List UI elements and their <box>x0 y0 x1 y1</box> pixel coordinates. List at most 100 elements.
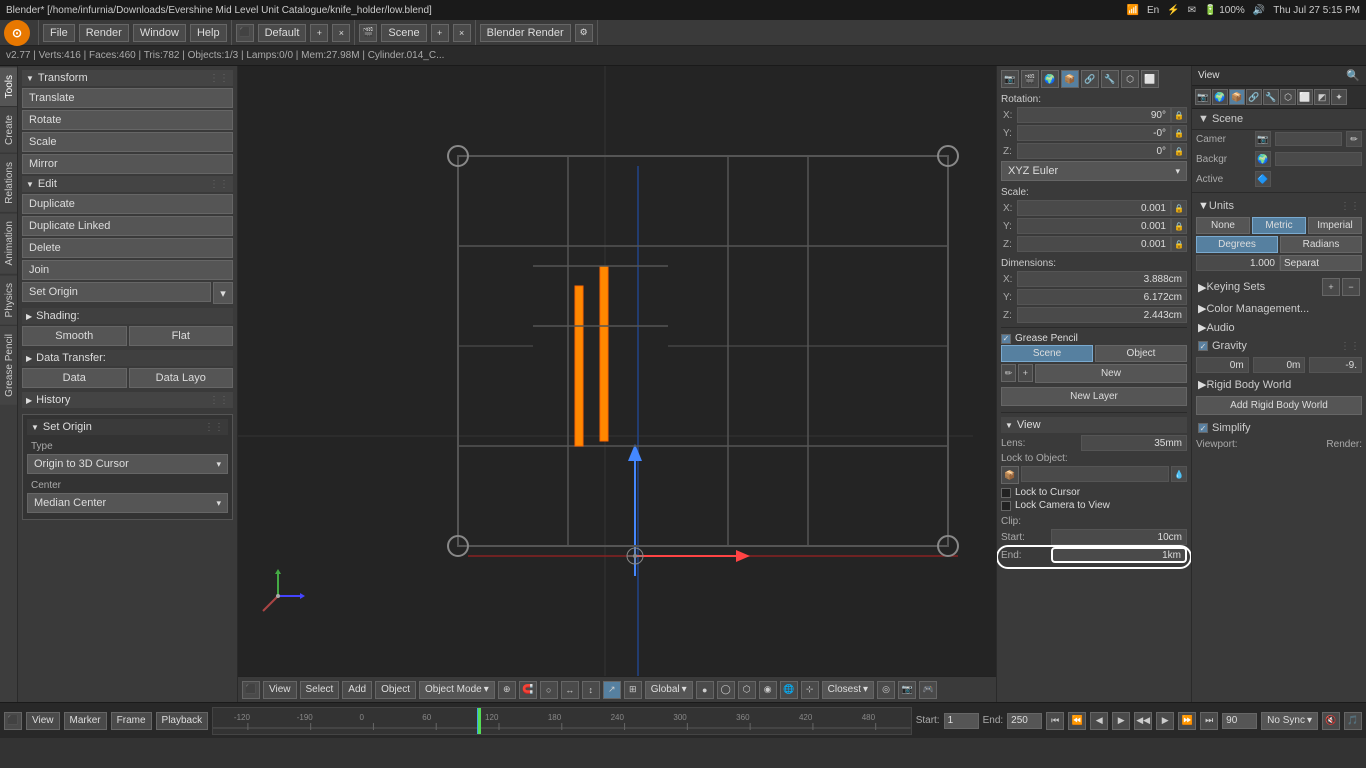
dim-x-value[interactable]: 3.888cm <box>1017 271 1187 287</box>
camera-pencil[interactable]: ✏ <box>1346 131 1362 147</box>
center-dropdown[interactable]: Median Center ▾ <box>27 493 228 513</box>
data-layout-btn[interactable]: Data Layo <box>129 368 234 388</box>
history-section-header[interactable]: ▶ History ⋮⋮ <box>22 392 233 408</box>
simplify-header[interactable]: ✓ Simplify <box>1192 419 1366 437</box>
blender-logo[interactable]: ⊙ <box>4 20 30 46</box>
set-origin-dropdown[interactable]: ▾ <box>213 282 233 304</box>
opengl-render[interactable]: 📷 <box>898 681 916 699</box>
tab-grease-pencil[interactable]: Grease Pencil <box>0 325 17 405</box>
background-icon-btn[interactable]: 🌍 <box>1255 151 1271 167</box>
render-mode-texture[interactable]: ⬡ <box>738 681 756 699</box>
new-layer-btn[interactable]: New Layer <box>1001 387 1187 406</box>
transform-icons2[interactable]: ↕ <box>582 681 600 699</box>
units-scale-value[interactable]: 1.000 <box>1196 255 1280 271</box>
scale-z-value[interactable]: 0.001 <box>1017 236 1171 252</box>
scale-y-value[interactable]: 0.001 <box>1017 218 1171 234</box>
sync-selector[interactable]: No Sync ▾ <box>1261 712 1318 730</box>
start-frame-input[interactable]: 1 <box>944 713 979 729</box>
keying-remove[interactable]: − <box>1342 278 1360 296</box>
modifiers-tab[interactable]: 🔧 <box>1263 89 1279 105</box>
separate-field[interactable]: Separat <box>1280 255 1362 271</box>
type-dropdown[interactable]: Origin to 3D Cursor ▾ <box>27 454 228 474</box>
gravity-header[interactable]: ✓ Gravity ⋮⋮ <box>1192 337 1366 355</box>
gravity-checkbox[interactable]: ✓ <box>1198 341 1208 351</box>
mode-selector[interactable]: Object Mode ▾ <box>419 681 495 699</box>
tab-relations[interactable]: Relations <box>0 153 17 212</box>
material-tab[interactable]: ⬜ <box>1297 89 1313 105</box>
data-icon[interactable]: ⬡ <box>1121 70 1139 88</box>
simplify-checkbox[interactable]: ✓ <box>1198 423 1208 433</box>
tab-create[interactable]: Create <box>0 106 17 153</box>
add-menu-btn[interactable]: Add <box>342 681 372 699</box>
timeline-playback-btn[interactable]: Playback <box>156 712 209 730</box>
gravity-val2[interactable]: 0m <box>1253 357 1306 373</box>
pivot-icon[interactable]: ⊕ <box>498 681 516 699</box>
jump-end-btn[interactable]: ⏭ <box>1200 712 1218 730</box>
snap-toggle[interactable]: 🧲 <box>519 681 537 699</box>
clip-end-value[interactable]: 1km <box>1051 547 1187 563</box>
viewport[interactable]: Front Ortho 10 Centimeters <box>238 66 996 702</box>
audio-mute-btn[interactable]: 🔇 <box>1322 712 1340 730</box>
transform-section-header[interactable]: ▼ Transform ⋮⋮ <box>22 70 233 86</box>
object-menu-btn[interactable]: Object <box>375 681 416 699</box>
outline-search-icon[interactable]: 🔍 <box>1346 69 1360 82</box>
none-btn[interactable]: None <box>1196 217 1250 234</box>
timeline-ruler[interactable]: -120 -190 0 60 120 180 240 300 360 420 4… <box>212 707 912 735</box>
rotation-y-value[interactable]: -0° <box>1017 125 1171 141</box>
object-tab-btn[interactable]: Object <box>1095 345 1187 362</box>
scene-selector[interactable]: Scene <box>381 24 426 42</box>
render-menu[interactable]: Render <box>79 24 129 42</box>
render-tab[interactable]: 📷 <box>1195 89 1211 105</box>
settings-icon[interactable]: ⚙ <box>575 24 593 42</box>
lock-to-obj-icon[interactable]: 📦 <box>1001 466 1019 484</box>
timeline-frame-btn[interactable]: Frame <box>111 712 152 730</box>
mirror-btn[interactable]: Mirror <box>22 154 233 174</box>
scene-tab[interactable]: 🌍 <box>1212 89 1228 105</box>
timeline-icon[interactable]: ⬛ <box>4 712 22 730</box>
world-props-icon[interactable]: 🌍 <box>1041 70 1059 88</box>
smooth-btn[interactable]: Smooth <box>22 326 127 346</box>
render-mode-rendered[interactable]: 🌐 <box>780 681 798 699</box>
current-frame-input[interactable]: 90 <box>1222 713 1257 729</box>
lock-to-cursor-checkbox[interactable] <box>1001 488 1011 498</box>
snap-type-selector[interactable]: Closest ▾ <box>822 681 874 699</box>
next-frame-btn[interactable]: ▶ <box>1156 712 1174 730</box>
tab-physics[interactable]: Physics <box>0 274 17 325</box>
particles-tab[interactable]: ✦ <box>1331 89 1347 105</box>
rotate-btn[interactable]: Rotate <box>22 110 233 130</box>
metric-btn[interactable]: Metric <box>1252 217 1306 234</box>
constraints-icon[interactable]: 🔗 <box>1081 70 1099 88</box>
euler-dropdown[interactable]: XYZ Euler ▾ <box>1001 161 1187 181</box>
audio-header[interactable]: ▶ Audio <box>1192 318 1366 337</box>
scale-x-value[interactable]: 0.001 <box>1017 200 1171 216</box>
scene-tab-btn[interactable]: Scene <box>1001 345 1093 362</box>
play-reverse-btn[interactable]: ◀◀ <box>1134 712 1152 730</box>
clip-start-value[interactable]: 10cm <box>1051 529 1187 545</box>
scene-props-icon[interactable]: 🎬 <box>1021 70 1039 88</box>
lock-to-obj-eyedrop[interactable]: 💧 <box>1171 466 1187 482</box>
scene-remove[interactable]: × <box>453 24 471 42</box>
lens-value[interactable]: 35mm <box>1081 435 1187 451</box>
jump-start-btn[interactable]: ⏮ <box>1046 712 1064 730</box>
scale-btn[interactable]: Scale <box>22 132 233 152</box>
view-section-header[interactable]: ▼ View <box>1001 417 1187 433</box>
end-frame-input[interactable]: 250 <box>1007 713 1042 729</box>
transform-icons3[interactable]: ↗ <box>603 681 621 699</box>
add-rigid-body-btn[interactable]: Add Rigid Body World <box>1196 396 1362 415</box>
keying-add[interactable]: + <box>1322 278 1340 296</box>
delete-btn[interactable]: Delete <box>22 238 233 258</box>
edit-section-header[interactable]: ▼ Edit ⋮⋮ <box>22 176 233 192</box>
data-btn[interactable]: Data <box>22 368 127 388</box>
join-btn[interactable]: Join <box>22 260 233 280</box>
file-menu[interactable]: File <box>43 24 75 42</box>
next-keyframe-btn[interactable]: ⏩ <box>1178 712 1196 730</box>
background-field[interactable] <box>1275 152 1362 166</box>
prev-keyframe-btn[interactable]: ⏪ <box>1068 712 1086 730</box>
render-mode-material[interactable]: ◉ <box>759 681 777 699</box>
dim-y-value[interactable]: 6.172cm <box>1017 289 1187 305</box>
imperial-btn[interactable]: Imperial <box>1308 217 1362 234</box>
keying-sets-header[interactable]: ▶ Keying Sets + − <box>1192 275 1366 299</box>
snap-icon[interactable]: ⊹ <box>801 681 819 699</box>
scale-y-lock[interactable]: 🔒 <box>1171 218 1187 234</box>
tab-animation[interactable]: Animation <box>0 212 17 273</box>
